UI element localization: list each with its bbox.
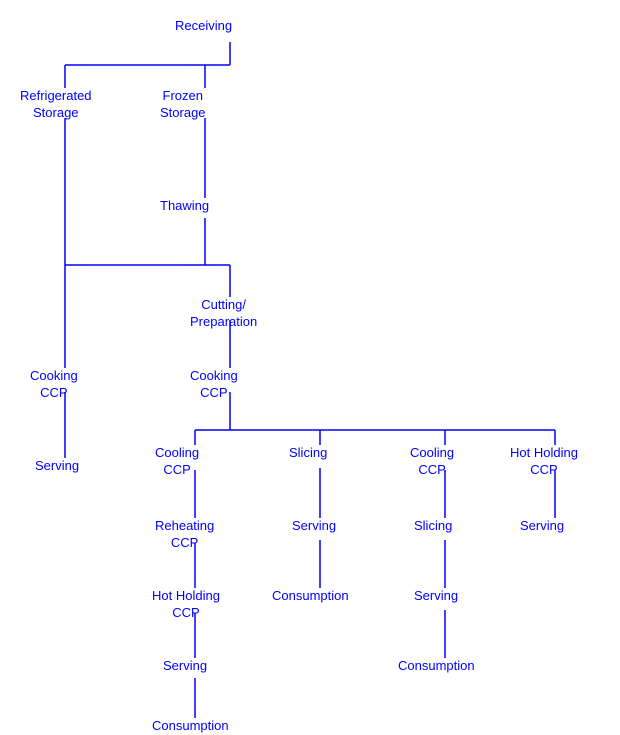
serving4-node: Serving [163,658,207,675]
cooking-ccp-left-node: CookingCCP [30,368,78,402]
hot-holding-ccp2-node: Hot HoldingCCP [152,588,220,622]
cooking-ccp-mid-node: CookingCCP [190,368,238,402]
slicing1-node: Slicing [289,445,327,462]
serving-hh-node: Serving [520,518,564,535]
cooling-ccp2-node: CoolingCCP [410,445,454,479]
consumption1-node: Consumption [272,588,349,605]
serving3-node: Serving [414,588,458,605]
reheating-ccp-node: ReheatingCCP [155,518,214,552]
refrig-storage-node: RefrigeratedStorage [20,88,92,122]
serving-left-node: Serving [35,458,79,475]
thawing-node: Thawing [160,198,209,215]
cooling-ccp1-node: CoolingCCP [155,445,199,479]
receiving-node: Receiving [175,18,232,35]
frozen-storage-node: FrozenStorage [160,88,206,122]
hot-holding-ccp1-node: Hot HoldingCCP [510,445,578,479]
cutting-node: Cutting/Preparation [190,297,257,331]
consumption2-node: Consumption [398,658,475,675]
slicing2-node: Slicing [414,518,452,535]
consumption3-node: Consumption [152,718,229,735]
serving2-node: Serving [292,518,336,535]
